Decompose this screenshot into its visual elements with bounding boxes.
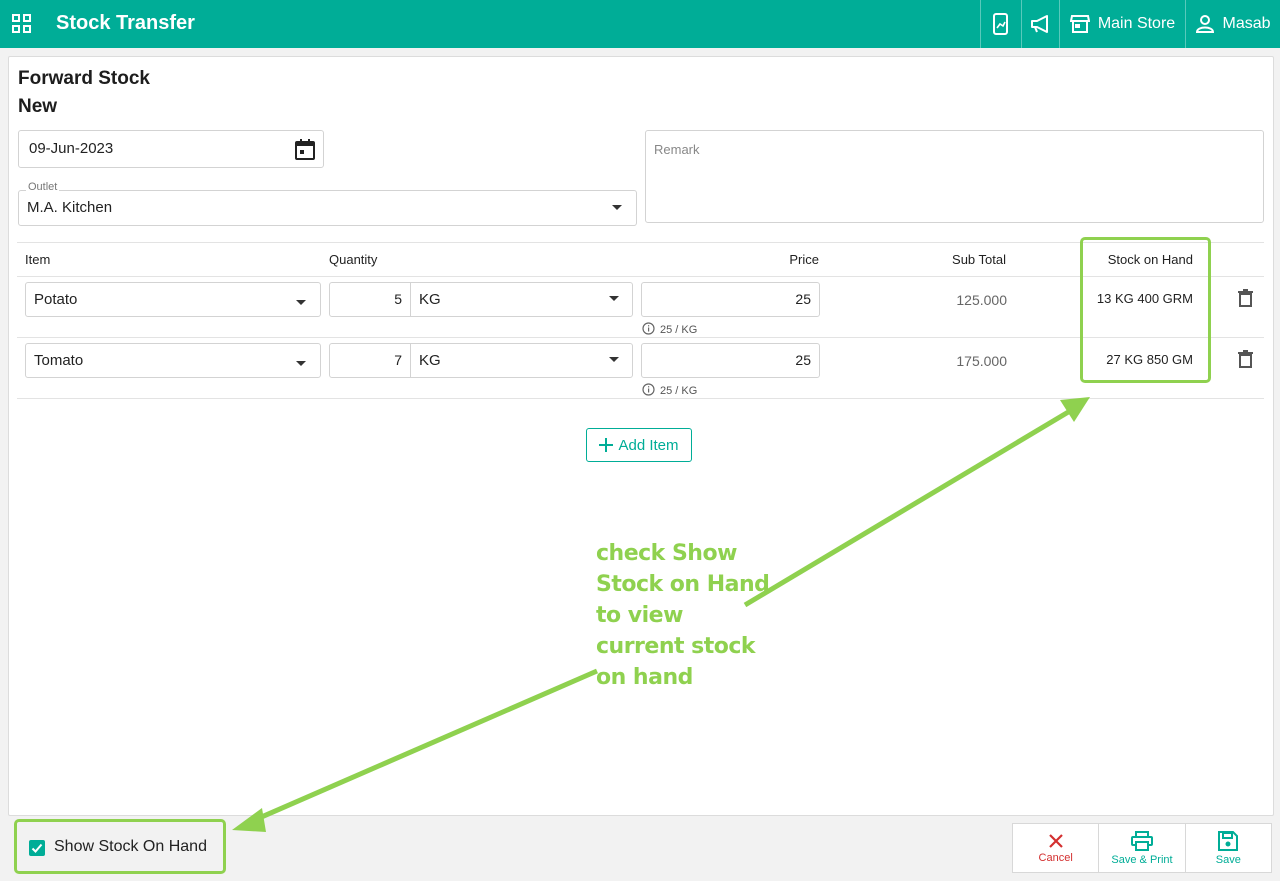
calendar-icon[interactable] [295, 139, 315, 160]
item-value: Potato [34, 291, 78, 308]
item-value: Tomato [34, 352, 84, 369]
info-icon [642, 322, 655, 335]
outlet-label: Outlet [26, 181, 60, 193]
save-label: Save [1215, 853, 1241, 866]
annotation-line: on hand [596, 665, 693, 690]
unit-value[interactable]: KG [419, 291, 441, 308]
user-menu[interactable]: Masab [1185, 0, 1280, 48]
table-header-divider [17, 276, 1264, 277]
quantity-input[interactable]: 7 [330, 344, 411, 377]
apps-icon[interactable] [12, 14, 32, 34]
trash-icon[interactable] [1238, 350, 1253, 368]
table-top-divider [17, 242, 1264, 243]
date-value: 09-Jun-2023 [29, 140, 114, 157]
remark-placeholder: Remark [654, 142, 700, 157]
megaphone-icon [1030, 15, 1048, 33]
annotation-line: current stock [596, 634, 756, 659]
device-icon [993, 13, 1008, 35]
caret-down-icon [296, 300, 306, 305]
info-icon [642, 383, 655, 396]
plus-icon [599, 438, 614, 452]
caret-down-icon [609, 296, 619, 301]
price-input[interactable]: 25 [641, 343, 820, 378]
form-card: Forward Stock New 09-Jun-2023 M.A. Kitch… [8, 56, 1274, 816]
quantity-group: 7 KG [329, 343, 633, 378]
price-hint: 25 / KG [660, 324, 698, 336]
price-value: 25 [795, 352, 811, 368]
checkbox-checked-icon [31, 843, 43, 853]
outlet-value: M.A. Kitchen [27, 199, 113, 216]
announcements-button[interactable] [1021, 0, 1059, 48]
annotation-line: to view [596, 603, 683, 628]
caret-down-icon [612, 205, 622, 210]
device-button[interactable] [980, 0, 1021, 48]
stock-on-hand-highlight [1080, 237, 1211, 383]
col-header-quantity: Quantity [329, 252, 378, 267]
col-header-price: Price [789, 252, 819, 267]
remark-textarea[interactable]: Remark [645, 130, 1264, 223]
row-divider [17, 337, 1264, 338]
action-bar: Cancel Save & Print Save [1012, 823, 1272, 873]
caret-down-icon [296, 361, 306, 366]
store-name: Main Store [1097, 15, 1176, 32]
cancel-button[interactable]: Cancel [1013, 824, 1100, 872]
row-divider [17, 398, 1264, 399]
quantity-value: 7 [394, 352, 402, 368]
col-header-item: Item [25, 252, 51, 267]
outlet-select[interactable]: M.A. Kitchen [18, 190, 637, 226]
price-value: 25 [795, 291, 811, 307]
quantity-value: 5 [394, 291, 402, 307]
unit-value[interactable]: KG [419, 352, 441, 369]
annotation-note: check Show Stock on Hand to view current… [596, 538, 816, 693]
caret-down-icon [609, 357, 619, 362]
trash-icon[interactable] [1238, 289, 1253, 307]
save-print-label: Save & Print [1111, 853, 1173, 866]
user-icon [1196, 15, 1215, 33]
add-item-label: Add Item [618, 436, 679, 454]
user-name: Masab [1222, 15, 1271, 32]
add-item-button[interactable]: Add Item [586, 428, 692, 462]
item-select[interactable]: Tomato [25, 343, 321, 378]
quantity-input[interactable]: 5 [330, 283, 411, 316]
print-icon [1130, 830, 1153, 851]
col-header-sub-total: Sub Total [952, 252, 1006, 267]
close-icon [1048, 833, 1063, 848]
date-field[interactable]: 09-Jun-2023 [18, 130, 324, 168]
item-select[interactable]: Potato [25, 282, 321, 317]
price-hint: 25 / KG [660, 385, 698, 397]
form-heading: Forward Stock [18, 68, 150, 89]
annotation-line: check Show [596, 541, 737, 566]
show-stock-label[interactable]: Show Stock On Hand [54, 838, 207, 856]
top-bar: Stock Transfer Main Store Masab [0, 0, 1280, 48]
store-icon [1069, 15, 1090, 33]
sub-total-value: 125.000 [956, 292, 1007, 308]
page-title: Stock Transfer [56, 12, 195, 34]
cancel-label: Cancel [1038, 851, 1073, 864]
price-input[interactable]: 25 [641, 282, 820, 317]
sub-total-value: 175.000 [956, 353, 1007, 369]
save-button[interactable]: Save [1186, 824, 1271, 872]
show-stock-checkbox[interactable] [29, 840, 45, 856]
form-status: New [18, 96, 58, 117]
save-icon [1218, 830, 1239, 851]
annotation-line: Stock on Hand [596, 572, 770, 597]
save-print-button[interactable]: Save & Print [1099, 824, 1186, 872]
quantity-group: 5 KG [329, 282, 633, 317]
store-selector[interactable]: Main Store [1059, 0, 1185, 48]
